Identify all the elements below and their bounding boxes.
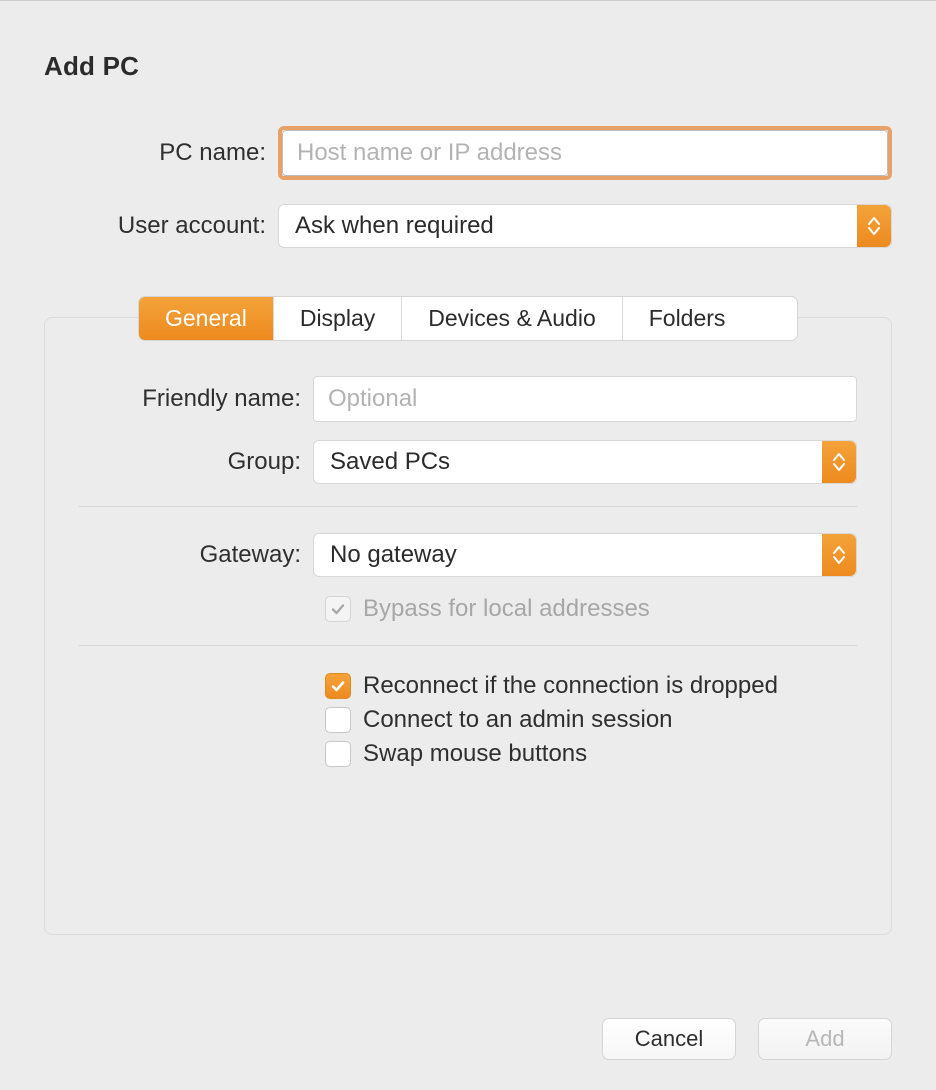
row-reconnect: Reconnect if the connection is dropped — [325, 672, 857, 700]
admin-session-label: Connect to an admin session — [363, 706, 673, 734]
gateway-label: Gateway: — [79, 541, 313, 569]
pc-name-focus-ring — [278, 126, 892, 180]
reconnect-label: Reconnect if the connection is dropped — [363, 672, 778, 700]
user-account-value: Ask when required — [295, 212, 494, 240]
row-admin-session: Connect to an admin session — [325, 706, 857, 734]
bypass-local-checkbox — [325, 596, 351, 622]
row-bypass-local: Bypass for local addresses — [325, 595, 857, 623]
friendly-name-label: Friendly name: — [79, 385, 313, 413]
updown-icon — [822, 534, 856, 576]
bypass-local-label: Bypass for local addresses — [363, 595, 650, 623]
pc-name-input[interactable] — [282, 130, 888, 176]
updown-icon — [822, 441, 856, 483]
reconnect-checkbox[interactable] — [325, 673, 351, 699]
tabbar: General Display Devices & Audio Folders — [138, 296, 798, 341]
tab-general[interactable]: General — [139, 297, 274, 340]
cancel-button[interactable]: Cancel — [602, 1018, 736, 1060]
pc-name-label: PC name: — [44, 139, 278, 167]
add-button[interactable]: Add — [758, 1018, 892, 1060]
group-value: Saved PCs — [330, 448, 450, 476]
swap-mouse-label: Swap mouse buttons — [363, 740, 587, 768]
row-pc-name: PC name: — [44, 126, 892, 180]
row-swap-mouse: Swap mouse buttons — [325, 740, 857, 768]
row-group: Group: Saved PCs — [79, 440, 857, 484]
group-select[interactable]: Saved PCs — [313, 440, 857, 484]
general-panel: Friendly name: Group: Saved PCs Gatew — [44, 317, 892, 935]
row-gateway: Gateway: No gateway — [79, 533, 857, 577]
divider — [79, 645, 857, 646]
checkmark-icon — [330, 678, 346, 694]
user-account-select[interactable]: Ask when required — [278, 204, 892, 248]
group-label: Group: — [79, 448, 313, 476]
admin-session-checkbox[interactable] — [325, 707, 351, 733]
tab-folders[interactable]: Folders — [623, 297, 752, 340]
add-pc-dialog: Add PC PC name: User account: Ask when r… — [0, 0, 936, 1090]
row-user-account: User account: Ask when required — [44, 204, 892, 248]
gateway-select[interactable]: No gateway — [313, 533, 857, 577]
gateway-value: No gateway — [330, 541, 457, 569]
swap-mouse-checkbox[interactable] — [325, 741, 351, 767]
dialog-footer: Cancel Add — [602, 1018, 892, 1060]
row-friendly-name: Friendly name: — [79, 376, 857, 422]
tab-display[interactable]: Display — [274, 297, 402, 340]
divider — [79, 506, 857, 507]
tab-devices-audio[interactable]: Devices & Audio — [402, 297, 622, 340]
checkmark-icon — [330, 601, 346, 617]
user-account-label: User account: — [44, 212, 278, 240]
updown-icon — [857, 205, 891, 247]
friendly-name-input[interactable] — [313, 376, 857, 422]
dialog-title: Add PC — [44, 51, 892, 82]
